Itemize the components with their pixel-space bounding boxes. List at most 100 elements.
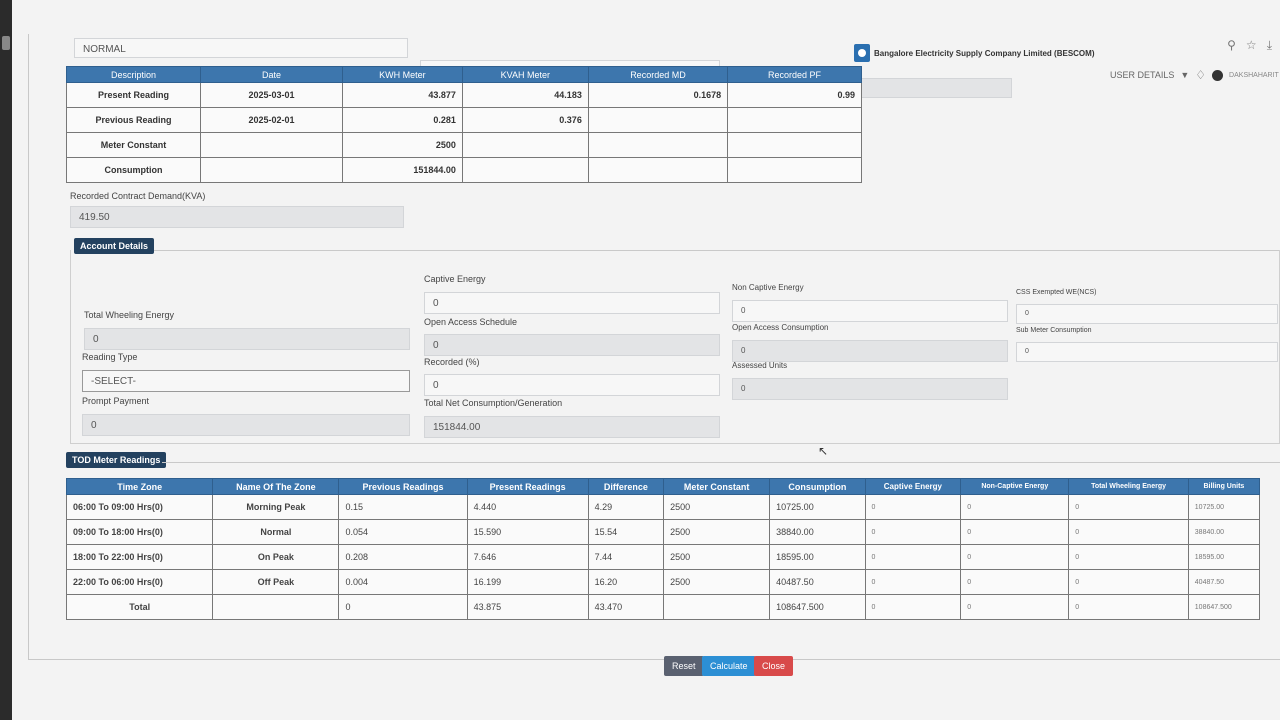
status-field[interactable]: NORMAL: [74, 38, 408, 58]
section-divider: [162, 462, 1280, 463]
cell-wheeling: 0: [1068, 569, 1189, 595]
captive-energy-field[interactable]: 0: [424, 292, 720, 314]
meter-reading-table: Description Date KWH Meter KVAH Meter Re…: [66, 66, 862, 183]
col-zone-name: Name Of The Zone: [212, 478, 340, 495]
sub-meter-label: Sub Meter Consumption: [1016, 327, 1092, 334]
cell-meter-constant: 2500: [663, 494, 771, 520]
cell-non-captive: 0: [960, 494, 1070, 520]
cell-consumption: 38840.00: [769, 519, 866, 545]
contract-demand-field[interactable]: 419.50: [70, 206, 404, 228]
col-captive-energy: Captive Energy: [864, 478, 962, 495]
col-time-zone: Time Zone: [65, 478, 214, 495]
cell-captive: 0: [864, 494, 962, 520]
total-label: Total: [65, 594, 214, 620]
cell-non-captive: 0: [960, 569, 1070, 595]
star-icon[interactable]: ☆: [1246, 38, 1257, 53]
cell-difference: 7.44: [587, 544, 665, 570]
open-access-consumption-field[interactable]: 0: [732, 340, 1008, 362]
recorded-pct-label: Recorded (%): [424, 357, 480, 367]
open-access-schedule-field[interactable]: 0: [424, 334, 720, 356]
cell-captive: 0: [864, 519, 962, 545]
bell-icon[interactable]: ♢: [1195, 68, 1206, 82]
cell-previous: 0.004: [338, 569, 468, 595]
toolbar-icons: ⚲ ☆ ⤓: [1227, 38, 1272, 53]
cell-pf: [727, 157, 862, 183]
cell-previous: 0: [338, 594, 468, 620]
cell-pf: 0.99: [727, 82, 862, 108]
cell-meter-constant: 2500: [663, 519, 771, 545]
cell-billing-units: 108647.500: [1187, 594, 1261, 620]
cell-time-zone: 06:00 To 09:00 Hrs(0): [65, 494, 214, 520]
prompt-payment-field[interactable]: 0: [82, 414, 410, 436]
table-row: 06:00 To 09:00 Hrs(0) Morning Peak 0.15 …: [65, 494, 1261, 520]
cell-time-zone: 09:00 To 18:00 Hrs(0): [65, 519, 214, 545]
cell-time-zone: 18:00 To 22:00 Hrs(0): [65, 544, 214, 570]
cell-present: 4.440: [466, 494, 589, 520]
total-wheeling-energy-field[interactable]: 0: [84, 328, 410, 350]
cell-present: 15.590: [466, 519, 589, 545]
row-label: Meter Constant: [66, 132, 201, 158]
cell-wheeling: 0: [1068, 544, 1189, 570]
table-row: Meter Constant 2500: [66, 132, 862, 158]
col-total-wheeling-energy: Total Wheeling Energy: [1068, 478, 1189, 495]
row-label: Present Reading: [66, 82, 201, 108]
page: NORMAL 2025-03-01 14-03-2025 Bangalore E…: [12, 0, 1280, 720]
cell-md: [587, 107, 729, 133]
cell-captive: 0: [864, 569, 962, 595]
close-button[interactable]: Close: [754, 656, 794, 676]
user-details[interactable]: USER DETAILS ▼ ♢ DAKSHAHARIT: [1110, 68, 1279, 82]
download-icon[interactable]: ⤓: [1267, 38, 1272, 53]
cell-previous: 0.208: [338, 544, 468, 570]
cell-consumption: 108647.500: [769, 594, 866, 620]
total-net-field[interactable]: 151844.00: [424, 416, 720, 438]
sidebar-tab[interactable]: [2, 36, 10, 50]
cell-non-captive: 0: [960, 519, 1070, 545]
table-row: Previous Reading 2025-02-01 0.281 0.376: [66, 107, 862, 133]
open-access-schedule-label: Open Access Schedule: [424, 317, 518, 327]
cell-meter-constant: 2500: [663, 569, 771, 595]
cell-billing-units: 18595.00: [1187, 544, 1261, 570]
cell-md: [587, 132, 729, 158]
col-consumption: Consumption: [769, 478, 866, 495]
cell-pf: [727, 132, 862, 158]
cell-consumption: 10725.00: [769, 494, 866, 520]
cell-date: 2025-02-01: [200, 107, 343, 133]
reading-type-select[interactable]: -SELECT-: [82, 370, 410, 392]
table-row: Consumption 151844.00: [66, 157, 862, 183]
reading-type-label: Reading Type: [82, 352, 138, 362]
row-label: Previous Reading: [66, 107, 201, 133]
css-exempted-field[interactable]: 0: [1016, 304, 1278, 324]
cell-present: 43.875: [466, 594, 589, 620]
cell-billing-units: 40487.50: [1187, 569, 1261, 595]
non-captive-energy-field[interactable]: 0: [732, 300, 1008, 322]
cell-zone-name: On Peak: [212, 544, 340, 570]
cell-previous: 0.054: [338, 519, 468, 545]
cell-meter-constant: 2500: [663, 544, 771, 570]
assessed-units-field[interactable]: 0: [732, 378, 1008, 400]
chevron-down-icon: ▼: [1180, 70, 1190, 80]
cell-non-captive: 0: [960, 594, 1070, 620]
table-row: 18:00 To 22:00 Hrs(0) On Peak 0.208 7.64…: [65, 544, 1261, 570]
user-icon[interactable]: [1212, 69, 1224, 81]
total-net-label: Total Net Consumption/Generation: [424, 398, 563, 408]
cell-wheeling: 0: [1068, 519, 1189, 545]
tod-meter-table: Time Zone Name Of The Zone Previous Read…: [65, 478, 1261, 620]
recorded-pct-field[interactable]: 0: [424, 374, 720, 396]
user-details-label[interactable]: USER DETAILS: [1110, 70, 1174, 80]
brand-name: Bangalore Electricity Supply Company Lim…: [874, 48, 1095, 58]
mouse-cursor-icon: ↖: [818, 444, 829, 458]
reset-button[interactable]: Reset: [664, 656, 704, 676]
prompt-payment-label: Prompt Payment: [82, 396, 150, 406]
col-description: Description: [66, 66, 201, 83]
search-icon[interactable]: ⚲: [1227, 38, 1236, 53]
assessed-units-label: Assessed Units: [732, 361, 788, 370]
cell-captive: 0: [864, 544, 962, 570]
cell-wheeling: 0: [1068, 594, 1189, 620]
sub-meter-field[interactable]: 0: [1016, 342, 1278, 362]
calculate-button[interactable]: Calculate: [702, 656, 756, 676]
col-kvah-meter: KVAH Meter: [461, 66, 589, 83]
cell-captive: 0: [864, 594, 962, 620]
cell-kwh: 0.281: [342, 107, 463, 133]
total-wheeling-energy-label: Total Wheeling Energy: [84, 310, 175, 320]
col-kwh-meter: KWH Meter: [342, 66, 463, 83]
